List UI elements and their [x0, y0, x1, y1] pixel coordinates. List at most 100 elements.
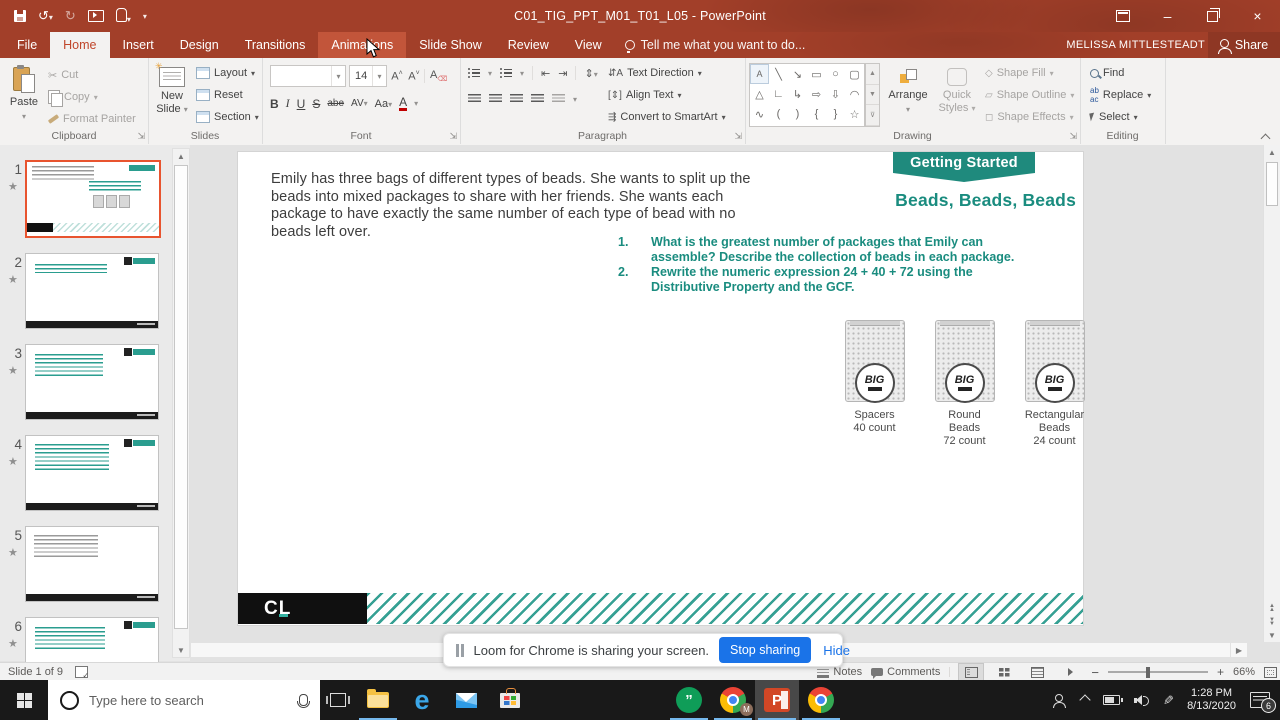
file-explorer-button[interactable] [356, 680, 400, 720]
slide-thumbnail-4[interactable] [25, 435, 159, 511]
italic-button[interactable]: I [286, 96, 290, 111]
powerpoint-taskbar-button[interactable]: P [755, 680, 799, 720]
zoom-out-button[interactable]: − [1091, 665, 1099, 680]
scroll-thumb[interactable] [1266, 162, 1278, 206]
mail-button[interactable] [444, 680, 488, 720]
tab-animations[interactable]: Animations [318, 32, 407, 58]
drawing-dialog-launcher[interactable]: ⇲ [1069, 131, 1077, 142]
next-slide-button[interactable]: ▼ ▼ [1264, 615, 1280, 628]
account-name[interactable]: MELISSA MITTLESTEADT [1066, 32, 1205, 58]
slide-thumbnail-1[interactable] [25, 160, 161, 238]
shapes-gallery[interactable]: A ╲ ↘ ▭ ○ ▢ △ ∟ ↳ ⇨ ⇩ ◠ ∿ ( ) { } ☆ [749, 63, 865, 127]
fit-slide-button[interactable] [1264, 666, 1277, 678]
hangouts-button[interactable]: ” [667, 680, 711, 720]
speaker-icon[interactable] [1134, 694, 1150, 706]
bead-bag-images[interactable]: BIG Spacers 40 count BIG Round Beads 72 … [838, 320, 1091, 448]
copy-button[interactable]: Copy ▾ [48, 88, 136, 107]
quick-styles-button[interactable]: Quick Styles ▾ [933, 63, 981, 114]
slide-thumbnail-6[interactable] [25, 617, 159, 662]
font-color-caret[interactable]: ▾ [414, 99, 418, 108]
align-right-button[interactable] [510, 94, 523, 104]
close-button[interactable]: × [1235, 0, 1280, 32]
abe-strike-icon[interactable]: abe [327, 98, 344, 109]
share-button[interactable]: Share [1208, 32, 1280, 58]
scroll-up-icon[interactable]: ▲ [1264, 145, 1280, 159]
align-text-button[interactable]: [⇕] Align Text ▾ [608, 86, 726, 104]
pen-icon[interactable]: ✎ [1160, 695, 1176, 706]
align-center-button[interactable] [489, 94, 502, 104]
reset-button[interactable]: Reset [196, 86, 259, 104]
taskbar-search[interactable]: Type here to search [48, 680, 320, 720]
section-button[interactable]: Section ▾ [196, 108, 259, 126]
slideshow-view-button[interactable] [1058, 664, 1082, 680]
scroll-right-icon[interactable]: ▶ [1230, 643, 1247, 657]
edge-button[interactable]: e [400, 680, 444, 720]
cut-button[interactable]: ✂ Cut [48, 66, 136, 84]
reading-view-button[interactable] [1025, 664, 1049, 680]
tab-design[interactable]: Design [167, 32, 232, 58]
people-icon[interactable] [1053, 694, 1067, 708]
new-slide-button[interactable]: New Slide ▾ [152, 61, 192, 115]
zoom-in-button[interactable]: + [1217, 665, 1224, 679]
battery-icon[interactable] [1103, 695, 1123, 705]
ribbon-display-options-button[interactable] [1100, 0, 1145, 32]
zoom-level[interactable]: 66% [1233, 666, 1255, 678]
font-name-combo[interactable]: ▾ [270, 65, 346, 87]
slide-intro-text[interactable]: Emily has three bags of different types … [271, 171, 773, 241]
store-button[interactable] [488, 680, 532, 720]
stop-sharing-button[interactable]: Stop sharing [719, 637, 812, 663]
action-center-icon[interactable]: 6 [1250, 692, 1276, 713]
underline-button[interactable]: U [297, 97, 306, 111]
panel-scrollbar[interactable]: ▲ ▼ [172, 148, 190, 658]
slide-canvas[interactable]: Emily has three bags of different types … [238, 152, 1085, 625]
zoom-slider[interactable] [1107, 666, 1208, 678]
collapse-ribbon-button[interactable] [1260, 133, 1271, 144]
start-button[interactable] [0, 680, 48, 720]
slide-sorter-view-button[interactable] [992, 664, 1016, 680]
change-case-button[interactable]: Aa▾ [375, 98, 392, 110]
increase-indent-button[interactable]: ⇥ [558, 67, 567, 80]
numbering-button[interactable] [500, 68, 512, 77]
format-painter-button[interactable]: Format Painter [47, 110, 136, 128]
select-button[interactable]: Select ▾ [1089, 108, 1151, 126]
paragraph-dialog-launcher[interactable]: ⇲ [734, 131, 742, 142]
previous-slide-button[interactable]: ▲ ▲ [1264, 601, 1280, 614]
zoom-slider-thumb[interactable] [1145, 666, 1150, 678]
slide-thumbnail-3[interactable] [25, 344, 159, 420]
clear-formatting-button[interactable]: A⌫ [424, 68, 447, 84]
strikethrough-button[interactable]: S [312, 97, 320, 111]
clipboard-dialog-launcher[interactable]: ⇲ [137, 131, 145, 142]
slide-title[interactable]: Beads, Beads, Beads [895, 190, 1076, 211]
spellcheck-icon[interactable] [75, 666, 89, 680]
font-color-button[interactable]: A [399, 96, 408, 111]
grow-font-button[interactable]: A˄ [390, 70, 404, 83]
panel-scroll-up-icon[interactable]: ▲ [173, 149, 189, 163]
line-spacing-button[interactable]: ⇕▾ [584, 67, 597, 80]
justify-button[interactable] [531, 94, 544, 104]
getting-started-banner[interactable]: Getting Started [893, 152, 1035, 182]
tab-home[interactable]: Home [50, 32, 110, 58]
question-list[interactable]: 1. What is the greatest number of packag… [618, 235, 1032, 295]
tab-insert[interactable]: Insert [110, 32, 167, 58]
paste-button[interactable]: Paste ▾ [6, 60, 42, 121]
find-button[interactable]: Find [1090, 64, 1151, 82]
shape-effects-button[interactable]: ◻ Shape Effects ▾ [985, 108, 1074, 126]
shapes-gallery-scroll[interactable]: ▲ ▼ ⊽ [865, 63, 880, 127]
tray-expand-icon[interactable] [1079, 694, 1091, 706]
chrome-button[interactable] [799, 680, 843, 720]
hide-link[interactable]: Hide [823, 643, 850, 658]
bullets-button[interactable] [468, 68, 480, 77]
tell-me-box[interactable]: Tell me what you want to do... [615, 32, 816, 58]
bold-button[interactable]: B [270, 97, 279, 111]
microphone-icon[interactable] [297, 694, 310, 708]
text-direction-button[interactable]: ⇵A Text Direction ▾ [608, 64, 726, 82]
notes-button[interactable]: Notes [817, 666, 862, 678]
tab-transitions[interactable]: Transitions [232, 32, 319, 58]
shape-outline-button[interactable]: ▱ Shape Outline ▾ [985, 86, 1074, 104]
columns-button[interactable] [552, 94, 565, 104]
tab-file[interactable]: File [4, 32, 50, 58]
minimize-button[interactable]: – [1145, 0, 1190, 32]
scroll-down-icon[interactable]: ▼ [1264, 628, 1280, 642]
layout-button[interactable]: Layout ▾ [196, 64, 259, 82]
comments-button[interactable]: Comments [871, 666, 940, 679]
